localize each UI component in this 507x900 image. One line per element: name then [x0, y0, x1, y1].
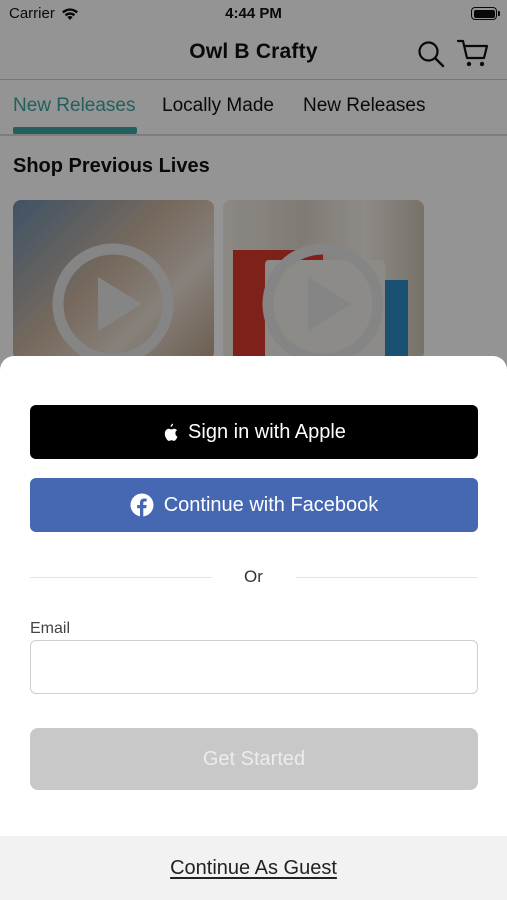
- sign-in-apple-button[interactable]: Sign in with Apple: [30, 405, 478, 459]
- continue-as-guest-link[interactable]: Continue As Guest: [170, 857, 337, 880]
- get-started-button[interactable]: Get Started: [30, 728, 478, 790]
- sign-in-sheet: Sign in with Apple Continue with Faceboo…: [0, 356, 507, 900]
- facebook-button-label: Continue with Facebook: [163, 493, 379, 516]
- guest-bar: Continue As Guest: [0, 836, 507, 900]
- get-started-label: Get Started: [202, 747, 306, 770]
- facebook-icon: [130, 493, 154, 517]
- apple-icon: [164, 423, 178, 441]
- apple-button-label: Sign in with Apple: [188, 420, 346, 443]
- email-label: Email: [30, 620, 71, 637]
- divider-line: [296, 577, 478, 578]
- email-field[interactable]: [30, 640, 478, 694]
- continue-facebook-button[interactable]: Continue with Facebook: [30, 478, 478, 532]
